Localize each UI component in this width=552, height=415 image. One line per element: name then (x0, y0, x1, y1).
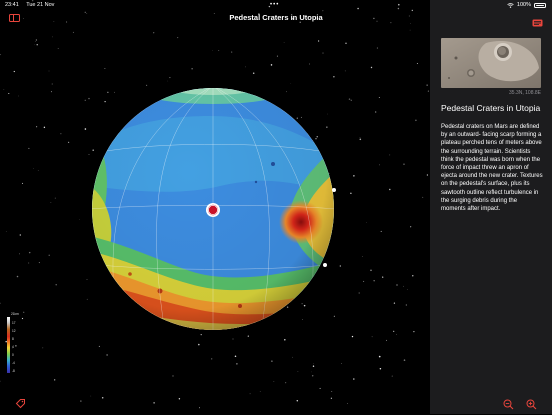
legend-tick: 12 (12, 329, 16, 333)
zoom-in-icon[interactable] (526, 397, 537, 408)
legend-tick: 8 (12, 337, 14, 341)
wifi-icon (507, 3, 514, 8)
legend-color-bar (7, 317, 10, 373)
map-title: Pedestal Craters in Utopia (0, 13, 552, 22)
legend-tick: 0 (12, 353, 14, 357)
panel-title: Pedestal Craters in Utopia (441, 103, 549, 113)
status-date: Tue 21 Nov (26, 2, 54, 8)
battery-percent: 100% (517, 0, 531, 10)
legend-tick: 17 (12, 321, 16, 325)
legend-tick: -8 (12, 369, 15, 373)
selected-site-marker[interactable] (206, 203, 220, 217)
tag-icon[interactable] (15, 396, 26, 407)
multitask-dots[interactable]: ••• (270, 0, 279, 10)
legend-tick: 4 (12, 345, 14, 349)
mars-globe[interactable] (90, 86, 336, 332)
battery-icon (534, 3, 546, 8)
site-coordinates: 35.3N, 108.8E (441, 90, 541, 96)
zoom-out-icon[interactable] (503, 397, 514, 408)
sidebar-icon[interactable] (9, 14, 20, 22)
map-canvas[interactable]: 21km 17 12 8 4 0 -4 -8 (0, 0, 430, 414)
elevation-legend: 21km 17 12 8 4 0 -4 -8 (7, 312, 27, 382)
legend-tick: -4 (12, 361, 15, 365)
legend-unit: 21km (11, 312, 19, 316)
status-bar: 23:41 Tue 21 Nov ••• 100% (0, 0, 552, 10)
status-time: 23:41 (5, 2, 19, 8)
info-card-icon[interactable] (532, 14, 543, 22)
site-thumbnail (441, 38, 541, 88)
panel-description: Pedestal craters on Mars are defined by … (441, 123, 543, 213)
